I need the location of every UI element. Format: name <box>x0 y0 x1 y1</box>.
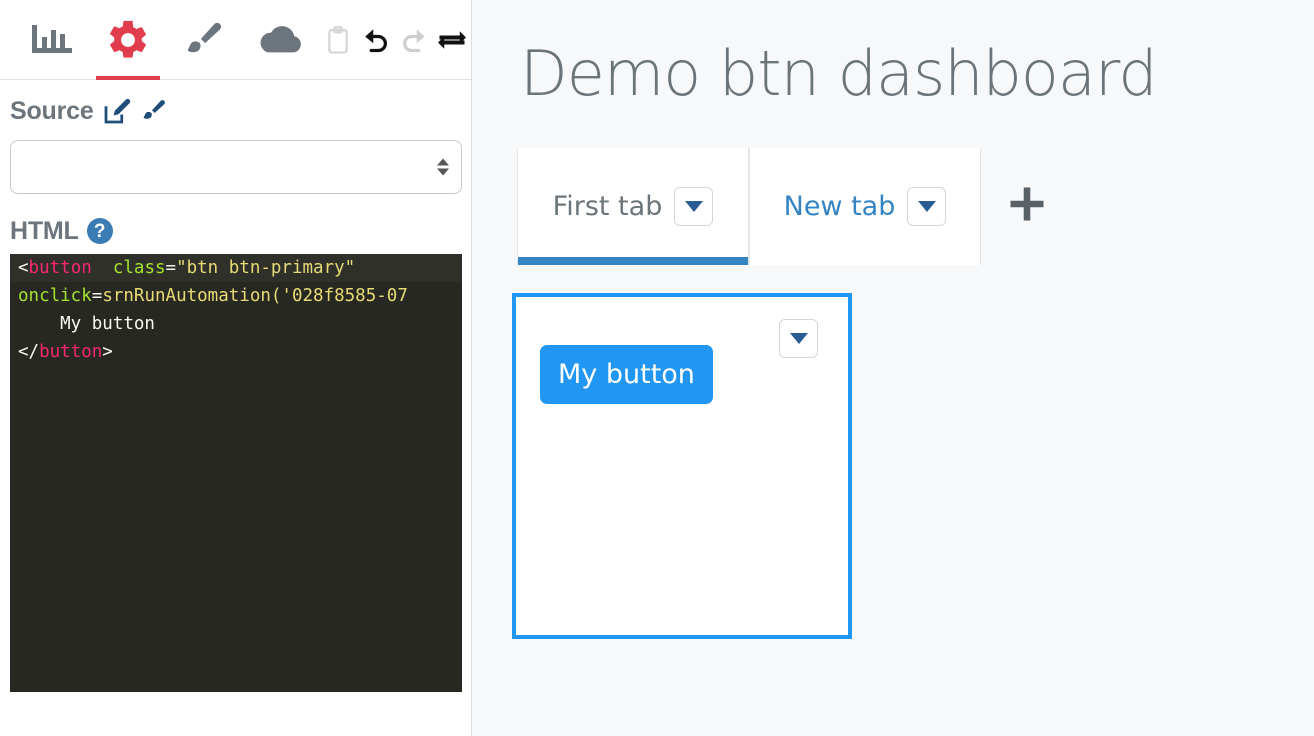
code-line: onclick=srnRunAutomation('028f8585-07 <box>10 282 462 310</box>
redo-icon <box>399 25 429 55</box>
source-select-spinner-icon <box>437 158 449 176</box>
html-section: HTML ? <button class="btn btn-primary" on… <box>0 194 471 692</box>
app-root: Source HTML ? <button class="btn btn-pri… <box>0 0 1314 736</box>
code-token-attr: onclick <box>18 286 92 306</box>
left-sidebar: Source HTML ? <button class="btn btn-pri… <box>0 0 472 736</box>
cloud-icon <box>257 21 305 59</box>
tab-new-tab[interactable]: New tab <box>749 148 981 265</box>
source-label: Source <box>10 96 94 125</box>
gear-icon-button[interactable] <box>90 0 166 80</box>
dashboard-canvas: My button <box>472 265 1314 639</box>
swap-icon-button[interactable] <box>433 0 471 79</box>
tab-first-tab[interactable]: First tab <box>517 148 749 265</box>
redo-icon-button[interactable] <box>395 0 433 79</box>
code-token-punct: < <box>18 258 29 278</box>
code-token-punct: = <box>91 286 103 306</box>
tab-label: First tab <box>552 191 663 222</box>
swap-icon <box>437 27 467 53</box>
source-section: Source <box>0 80 471 194</box>
chevron-down-icon <box>684 201 703 212</box>
source-label-row: Source <box>10 96 461 126</box>
edit-square-icon[interactable] <box>102 96 132 126</box>
html-label: HTML <box>10 216 79 245</box>
undo-icon <box>361 25 391 55</box>
code-line: My button <box>10 310 462 338</box>
code-token-punct: </ <box>18 342 40 362</box>
tab-menu-button[interactable] <box>674 187 714 226</box>
chart-icon-button[interactable] <box>14 0 90 79</box>
my-button[interactable]: My button <box>540 345 713 404</box>
paintbrush-icon <box>182 18 226 62</box>
dashboard-widget[interactable]: My button <box>512 293 852 639</box>
source-select[interactable] <box>10 140 462 194</box>
dashboard-tabbar: First tab New tab <box>472 148 1314 265</box>
chart-icon <box>30 23 74 57</box>
code-line: <button class="btn btn-primary" <box>10 254 462 282</box>
code-token-str: srnRunAutomation('028f8585-07 <box>102 286 408 306</box>
dashboard-main: Demo btn dashboard First tab New tab My b… <box>472 0 1314 736</box>
dashboard-header: Demo btn dashboard <box>472 0 1314 148</box>
code-token-punct: = <box>165 258 177 278</box>
clipboard-icon <box>326 25 350 54</box>
add-tab-button[interactable] <box>981 148 1073 265</box>
html-code-editor[interactable]: <button class="btn btn-primary" onclick=s… <box>10 254 462 692</box>
clipboard-icon-button[interactable] <box>319 0 357 79</box>
page-title: Demo btn dashboard <box>520 37 1158 110</box>
code-token-text: My button <box>18 314 155 334</box>
html-label-row: HTML ? <box>10 218 461 244</box>
code-token-attr: class <box>112 258 166 278</box>
chevron-down-icon <box>789 333 808 344</box>
chevron-down-icon <box>917 201 936 212</box>
paintbrush-icon-button[interactable] <box>166 0 242 79</box>
tab-label: New tab <box>783 191 896 222</box>
question-circle-icon[interactable]: ? <box>86 218 113 244</box>
undo-icon-button[interactable] <box>357 0 395 79</box>
code-token-str: "btn btn-primary" <box>176 258 356 278</box>
widget-menu-button[interactable] <box>779 319 818 358</box>
source-select-input[interactable] <box>23 141 423 193</box>
code-token-tag: button <box>39 342 103 362</box>
code-token-punct: > <box>102 342 113 362</box>
code-line: </button> <box>10 338 462 366</box>
sidebar-icon-toolbar <box>0 0 471 80</box>
plus-icon <box>1005 182 1049 231</box>
gear-icon <box>105 17 151 63</box>
code-token-tag: button <box>28 258 92 278</box>
tab-menu-button[interactable] <box>907 187 947 226</box>
source-paintbrush-icon[interactable] <box>140 97 168 125</box>
cloud-icon-button[interactable] <box>243 0 319 79</box>
